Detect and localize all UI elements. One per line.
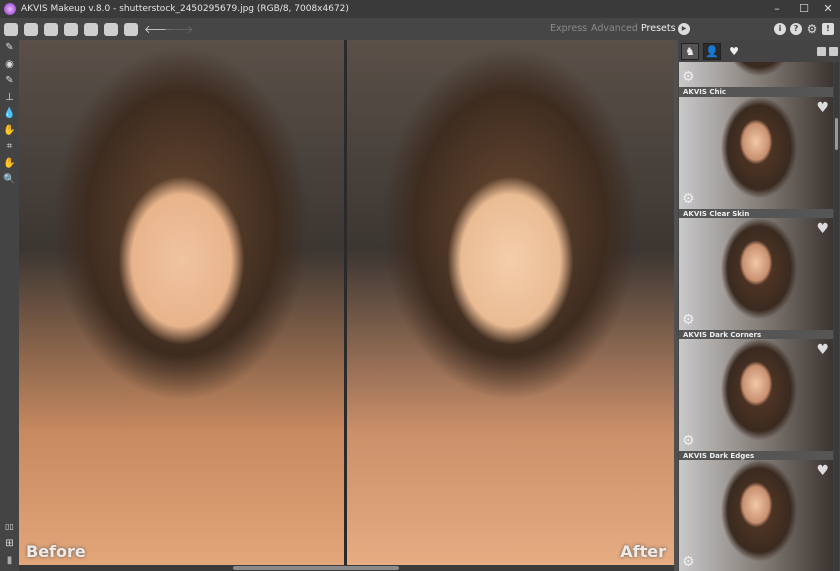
- settings-icon[interactable]: ⚙: [806, 23, 818, 35]
- gear-icon[interactable]: ⚙: [682, 192, 695, 206]
- scrollbar-thumb[interactable]: [233, 566, 399, 570]
- help-icon[interactable]: ?: [790, 23, 802, 35]
- title-bar: AKVIS Makeup v.8.0 - shutterstock_245029…: [0, 0, 840, 18]
- preset-thumbnail: ♥ ⚙: [679, 339, 833, 451]
- feedback-icon[interactable]: !: [822, 23, 834, 35]
- heart-icon[interactable]: ♥: [816, 464, 829, 478]
- workspace-icon[interactable]: [4, 22, 18, 36]
- undo-icon[interactable]: 🡐: [144, 23, 174, 36]
- close-button[interactable]: ✕: [820, 2, 836, 16]
- drop-icon[interactable]: 💧: [0, 106, 19, 123]
- preset-card[interactable]: ♥ ⚙ AKVIS Dark Edges: [679, 339, 833, 461]
- presets-list: ⚙ AKVIS Chic ♥ ⚙ AKVIS Clear Skin ♥ ⚙ AKVI…: [679, 62, 833, 571]
- eye-icon[interactable]: ◉: [0, 57, 19, 74]
- hand-icon[interactable]: ✋: [0, 156, 19, 173]
- scrollbar-thumb[interactable]: [835, 118, 838, 150]
- maximize-button[interactable]: ☐: [796, 2, 812, 16]
- split-view-icon[interactable]: ▯▯: [0, 519, 19, 536]
- heart-icon[interactable]: ♥: [816, 101, 829, 115]
- preset-thumbnail: ♥ ⚙: [679, 218, 833, 330]
- batch-icon[interactable]: [84, 22, 98, 36]
- main-toolbar: 🡐 🡒: [0, 18, 840, 40]
- preset-card[interactable]: ♥ ⚙ AKVIS Dark Corners: [679, 218, 833, 340]
- redo-icon[interactable]: 🡒: [164, 23, 194, 36]
- preset-thumbnail: ♥ ⚙: [679, 460, 833, 571]
- tools-panel: ✎ ◉ ✎ ⊥ 💧 ✋ ⌗ ✋ 🔍 ▯▯ ⊞ ▮: [0, 40, 19, 571]
- after-label: After: [620, 542, 666, 561]
- single-view-icon[interactable]: ▮: [0, 553, 19, 570]
- zoom-icon[interactable]: 🔍: [0, 172, 19, 189]
- heart-icon[interactable]: ♥: [816, 343, 829, 357]
- minimize-button[interactable]: –: [769, 2, 785, 16]
- makeup-brush-icon[interactable]: ✋: [0, 123, 19, 140]
- pencil-icon[interactable]: ✎: [0, 73, 19, 90]
- after-image: After: [347, 40, 674, 565]
- before-label: Before: [26, 542, 86, 561]
- retouch-brush-icon[interactable]: ✎: [0, 40, 19, 57]
- preset-card[interactable]: ♥ ⚙ AKVIS Clear Skin: [679, 97, 833, 219]
- import-presets-icon[interactable]: [104, 22, 118, 36]
- run-button[interactable]: ▶: [678, 23, 690, 35]
- tab-presets[interactable]: Presets: [641, 23, 676, 34]
- preset-card[interactable]: ♥ ⚙: [679, 460, 833, 571]
- preset-name: AKVIS Chic: [679, 87, 833, 97]
- export-presets-icon[interactable]: [124, 22, 138, 36]
- image-canvas[interactable]: Before After: [19, 40, 674, 565]
- gear-icon[interactable]: ⚙: [682, 555, 695, 569]
- presets-scrollbar[interactable]: [834, 62, 839, 571]
- crop-icon[interactable]: ⌗: [0, 139, 19, 156]
- save-icon[interactable]: [44, 22, 58, 36]
- stamp-icon[interactable]: ⊥: [0, 90, 19, 107]
- preset-card[interactable]: ⚙ AKVIS Chic: [679, 62, 833, 97]
- preset-thumbnail: ♥ ⚙: [679, 97, 833, 209]
- horizontal-scrollbar[interactable]: [19, 565, 674, 571]
- compare-view-icon[interactable]: ⊞: [0, 536, 19, 553]
- open-icon[interactable]: [24, 22, 38, 36]
- grid-view-icon[interactable]: [829, 47, 838, 56]
- heart-icon[interactable]: ♥: [816, 222, 829, 236]
- preset-thumbnail: ⚙: [679, 62, 833, 87]
- tab-advanced[interactable]: Advanced: [591, 23, 638, 34]
- tab-favorites[interactable]: ♥: [725, 43, 743, 60]
- before-image: Before: [19, 40, 344, 565]
- tab-express[interactable]: Express: [550, 23, 587, 34]
- info-icon[interactable]: i: [774, 23, 786, 35]
- app-logo-icon: [4, 3, 16, 15]
- tab-akvis-presets[interactable]: ♞: [681, 43, 699, 60]
- gear-icon[interactable]: ⚙: [682, 70, 695, 84]
- list-view-icon[interactable]: [817, 47, 826, 56]
- print-icon[interactable]: [64, 22, 78, 36]
- presets-panel: ♞ 👤 ♥ ⚙ AKVIS Chic ♥ ⚙ AKVIS Clear Skin ♥…: [678, 40, 840, 571]
- gear-icon[interactable]: ⚙: [682, 434, 695, 448]
- gear-icon[interactable]: ⚙: [682, 313, 695, 327]
- window-title: AKVIS Makeup v.8.0 - shutterstock_245029…: [21, 4, 349, 14]
- tab-user-presets[interactable]: 👤: [703, 43, 721, 60]
